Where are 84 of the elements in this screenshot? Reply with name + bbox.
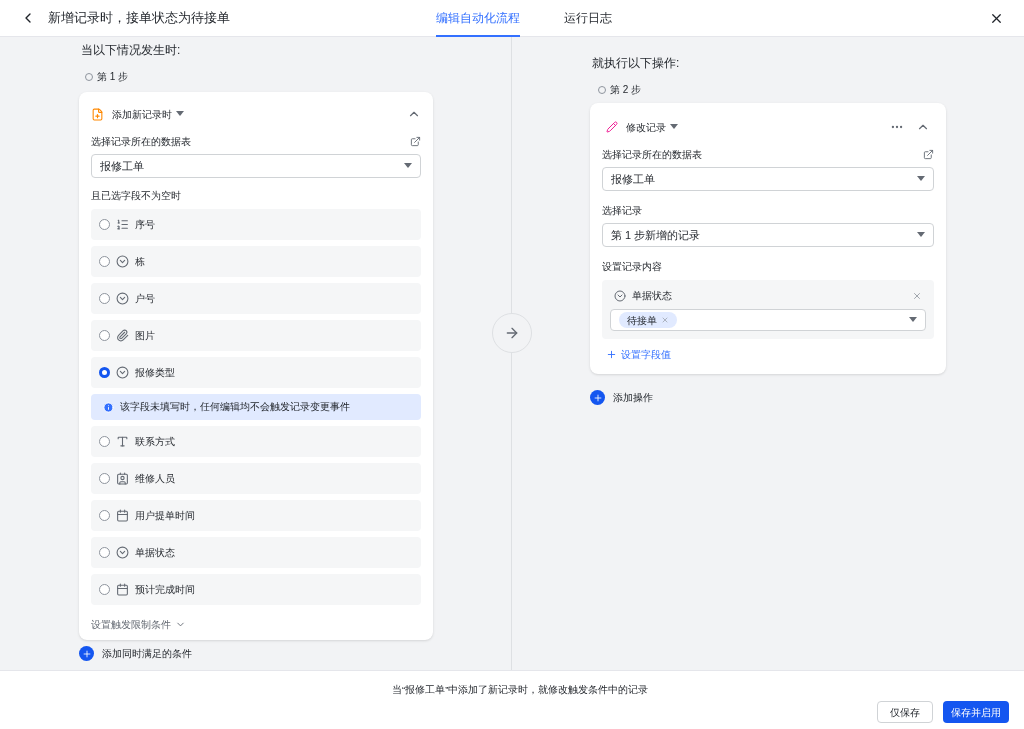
field-option[interactable]: 栋 (91, 246, 421, 277)
add-action-button[interactable]: 添加操作 (590, 390, 653, 405)
trigger-type-dropdown[interactable]: 添加新记录时 (112, 106, 184, 122)
paperclip-icon (116, 329, 129, 342)
field-name: 维修人员 (135, 472, 175, 486)
list-icon (116, 218, 129, 231)
section-heading: 就执行以下操作: (592, 55, 681, 72)
step-label: 第 2 步 (610, 83, 642, 97)
limit-conditions-link[interactable]: 设置触发限制条件 (91, 617, 186, 632)
caret-icon (917, 232, 925, 238)
radio[interactable] (99, 367, 110, 378)
add-condition-button[interactable]: 添加同时满足的条件 (79, 646, 192, 661)
text-icon (116, 435, 129, 448)
field-label: 选择记录所在的数据表 (91, 135, 191, 149)
pencil-icon (606, 121, 618, 133)
tab[interactable]: 运行日志 (564, 0, 612, 37)
summary-text: 当“报修工单”中添加了新记录时，就修改触发条件中的记录 (392, 683, 649, 697)
field-option[interactable]: 联系方式 (91, 426, 421, 457)
arrow-button[interactable] (492, 313, 532, 353)
radio[interactable] (99, 584, 110, 595)
field-option[interactable]: 图片 (91, 320, 421, 351)
field-option[interactable]: 户号 (91, 283, 421, 314)
plus-icon (606, 349, 617, 360)
field-label: 且已选字段不为空时 (91, 189, 182, 203)
field-option[interactable]: 单据状态 (91, 537, 421, 568)
section-heading: 当以下情况发生时: (81, 42, 182, 59)
caret-icon (670, 124, 678, 130)
dropdown-circle-icon (116, 546, 129, 559)
window-title: 新增记录时，接单状态为待接单 (48, 9, 230, 28)
person-card-icon (116, 472, 129, 485)
field-option[interactable]: 报修类型 (91, 357, 421, 388)
radio[interactable] (99, 510, 110, 521)
dropdown-circle-icon (614, 289, 626, 302)
save-enable-button[interactable]: 保存并启用 (943, 701, 1009, 723)
field-name: 栋 (135, 255, 145, 269)
remove-button[interactable] (912, 290, 922, 301)
close-icon (912, 290, 922, 301)
external-link-icon[interactable] (410, 136, 421, 147)
field-label: 设置记录内容 (602, 260, 663, 274)
radio[interactable] (99, 330, 110, 341)
field-option[interactable]: 维修人员 (91, 463, 421, 494)
field-name: 单据状态 (135, 546, 175, 560)
external-link-icon[interactable] (923, 149, 934, 160)
radio[interactable] (99, 547, 110, 558)
info-icon (103, 401, 114, 413)
dropdown-circle-icon (116, 366, 129, 379)
save-button[interactable]: 仅保存 (877, 701, 933, 723)
record-select[interactable]: 第 1 步新增的记录 (602, 223, 934, 247)
field-option[interactable]: 用户提单时间 (91, 500, 421, 531)
radio[interactable] (99, 256, 110, 267)
caret-icon (176, 111, 184, 117)
calendar-icon (116, 509, 129, 522)
tag-select[interactable]: 待接单 (610, 309, 926, 331)
info-text: 该字段未填写时，任何编辑均不会触发记录变更事件 (120, 399, 350, 414)
tag-remove-icon[interactable] (661, 316, 669, 324)
calendar-icon (116, 583, 129, 596)
field-option[interactable]: 序号 (91, 209, 421, 240)
caret-icon (404, 163, 412, 169)
field-name: 预计完成时间 (135, 583, 195, 597)
field-name: 联系方式 (135, 435, 175, 449)
radio[interactable] (99, 436, 110, 447)
field-name: 序号 (135, 218, 155, 232)
radio[interactable] (99, 473, 110, 484)
tag: 待接单 (619, 312, 677, 328)
caret-icon (909, 317, 917, 323)
field-name: 单据状态 (632, 289, 672, 303)
step-label: 第 1 步 (97, 70, 129, 84)
field-name: 用户提单时间 (135, 509, 195, 523)
radio[interactable] (99, 293, 110, 304)
dropdown-circle-icon (116, 292, 129, 305)
field-name: 图片 (135, 329, 155, 343)
field-name: 户号 (135, 292, 155, 306)
dropdown-circle-icon (116, 255, 129, 268)
field-option[interactable]: 预计完成时间 (91, 574, 421, 605)
add-field-value-link[interactable]: 设置字段值 (602, 347, 675, 362)
field-label: 选择记录 (602, 204, 643, 218)
radio[interactable] (99, 219, 110, 230)
field-name: 报修类型 (135, 366, 175, 380)
table-select[interactable]: 报修工单 (602, 167, 934, 191)
caret-icon (917, 176, 925, 182)
field-label: 选择记录所在的数据表 (602, 148, 702, 162)
action-type-dropdown[interactable]: 修改记录 (626, 119, 678, 135)
add-record-icon (91, 107, 104, 121)
table-select[interactable]: 报修工单 (91, 154, 421, 178)
